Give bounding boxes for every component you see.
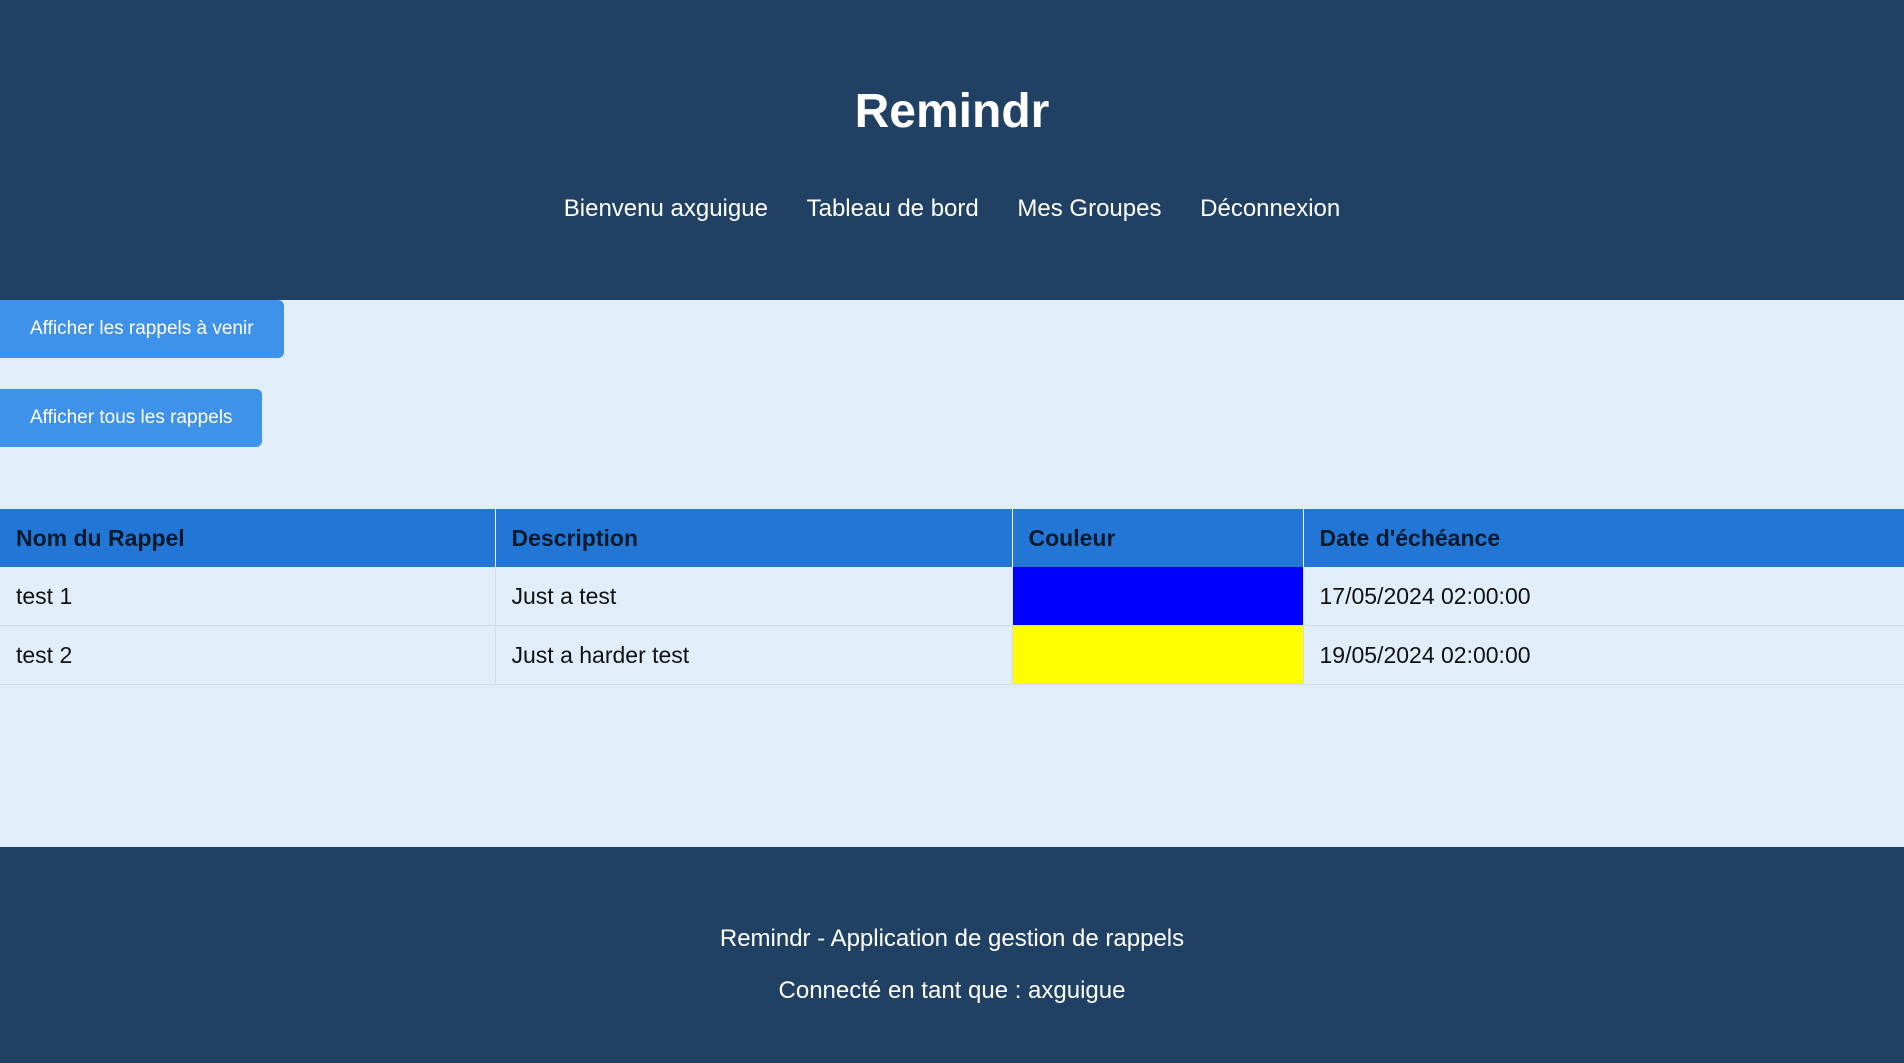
show-all-reminders-button[interactable]: Afficher tous les rappels <box>0 389 263 447</box>
nav-dashboard[interactable]: Tableau de bord <box>807 194 979 224</box>
nav-logout[interactable]: Déconnexion <box>1200 194 1340 224</box>
reminder-color-swatch <box>1012 625 1304 685</box>
site-header: Remindr Bienvenu axguigue Tableau de bor… <box>0 0 1904 300</box>
reminder-due-date: 17/05/2024 02:00:00 <box>1303 567 1904 626</box>
table-row: test 1 Just a test 17/05/2024 02:00:00 <box>0 567 1904 626</box>
reminder-color-swatch <box>1012 567 1304 626</box>
site-footer: Remindr - Application de gestion de rapp… <box>0 847 1904 1063</box>
column-header-description: Description <box>495 509 1013 567</box>
app-title: Remindr <box>854 85 1050 138</box>
reminder-due-date: 19/05/2024 02:00:00 <box>1303 625 1904 685</box>
column-header-color: Couleur <box>1012 509 1304 567</box>
column-header-name: Nom du Rappel <box>0 509 496 567</box>
reminder-name: test 1 <box>0 567 496 626</box>
nav-welcome[interactable]: Bienvenu axguigue <box>564 194 768 224</box>
reminders-table: Nom du Rappel Description Couleur Date d… <box>0 509 1904 685</box>
nav-my-groups[interactable]: Mes Groupes <box>1017 194 1161 224</box>
column-header-due-date: Date d'échéance <box>1303 509 1904 567</box>
table-row: test 2 Just a harder test 19/05/2024 02:… <box>0 625 1904 685</box>
main-nav: Bienvenu axguigue Tableau de bord Mes Gr… <box>0 194 1904 224</box>
footer-app-description: Remindr - Application de gestion de rapp… <box>719 925 1185 952</box>
footer-logged-in-user: Connecté en tant que : axguigue <box>778 977 1126 1004</box>
table-header-row: Nom du Rappel Description Couleur Date d… <box>0 509 1904 567</box>
reminder-name: test 2 <box>0 625 496 685</box>
reminder-description: Just a test <box>495 567 1013 626</box>
show-upcoming-reminders-button[interactable]: Afficher les rappels à venir <box>0 300 284 358</box>
reminder-description: Just a harder test <box>495 625 1013 685</box>
